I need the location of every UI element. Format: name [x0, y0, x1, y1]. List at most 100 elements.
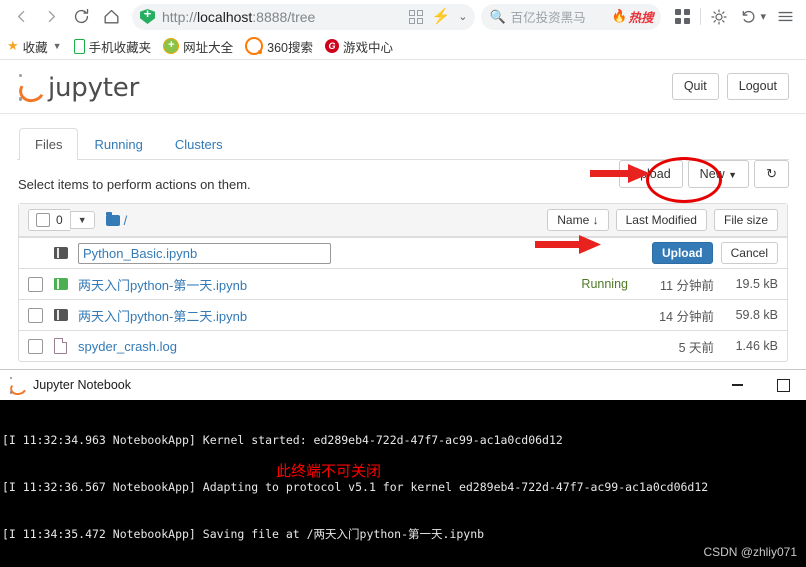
- toolbar-divider: [700, 8, 702, 25]
- select-all-dropdown[interactable]: ▼: [69, 211, 95, 229]
- upload-cancel-button[interactable]: Cancel: [720, 241, 778, 265]
- bookmarks-bar: ★ 收藏 ▼ 手机收藏夹 网址大全 360搜索 游戏中心: [0, 33, 806, 60]
- row-meta: 14 分钟前 59.8 kB: [628, 306, 778, 325]
- select-all-checkbox[interactable]: 0: [28, 209, 70, 231]
- search-icon: 🔍: [489, 8, 506, 24]
- theme-brightness-button[interactable]: [704, 2, 734, 32]
- row-meta: 5 天前 1.46 kB: [628, 337, 778, 356]
- new-dropdown-button[interactable]: New ▼: [687, 160, 750, 188]
- row-checkbox[interactable]: [28, 307, 43, 323]
- forward-button[interactable]: [36, 2, 66, 32]
- terminal-output[interactable]: [I 11:32:34.963 NotebookApp] Kernel star…: [0, 400, 806, 567]
- bookmark-item-mobile-favorites[interactable]: 手机收藏夹: [73, 37, 152, 56]
- chevron-down-icon: ▼: [728, 169, 738, 180]
- jupyter-page: jupyter Quit Logout Files Running Cluste…: [0, 60, 806, 362]
- row-checkbox-cell[interactable]: [28, 338, 54, 354]
- jupyter-header: jupyter Quit Logout: [0, 60, 806, 114]
- search-input-value[interactable]: 百亿投资黑马: [511, 7, 612, 26]
- grid-icon: [674, 9, 690, 24]
- sort-last-modified-button[interactable]: Last Modified: [615, 208, 707, 232]
- maximize-button[interactable]: [760, 370, 806, 400]
- bookmark-item-favorites[interactable]: ★ 收藏 ▼: [7, 37, 62, 56]
- table-row[interactable]: 两天入门python-第一天.ipynb Running 11 分钟前 19.5…: [19, 268, 787, 299]
- jupyter-logo-icon: [8, 376, 29, 397]
- bookmark-label: 网址大全: [183, 40, 234, 55]
- row-icon-cell: [54, 278, 78, 290]
- bookmark-label: 手机收藏夹: [88, 40, 152, 55]
- upload-filename-input[interactable]: [78, 242, 331, 264]
- file-name-link[interactable]: 两天入门python-第二天.ipynb: [78, 306, 247, 325]
- refresh-icon: ↻: [766, 166, 777, 181]
- jupyter-brand-text: jupyter: [48, 72, 140, 103]
- apps-grid-button[interactable]: [667, 2, 697, 32]
- row-icon-cell: [54, 338, 78, 354]
- terminal-title: Jupyter Notebook: [33, 378, 131, 392]
- jupyter-logo[interactable]: jupyter: [16, 72, 140, 105]
- browser-search-box[interactable]: 🔍 百亿投资黑马 🔥 热搜: [481, 3, 662, 30]
- red-game-icon: [324, 39, 339, 53]
- terminal-line: [I 11:34:35.472 NotebookApp] Saving file…: [2, 526, 485, 541]
- table-row[interactable]: 两天入门python-第二天.ipynb 14 分钟前 59.8 kB: [19, 299, 787, 330]
- terminal-title-bar[interactable]: Jupyter Notebook: [0, 369, 806, 400]
- tab-files[interactable]: Files: [19, 128, 79, 160]
- row-icon-cell: [54, 309, 78, 321]
- upload-row-icon-cell: [54, 247, 78, 259]
- menu-button[interactable]: [770, 2, 800, 32]
- green-plus-icon: [163, 38, 180, 54]
- lightning-icon[interactable]: ⚡: [432, 9, 451, 24]
- select-all-group: 0 ▼: [28, 209, 95, 231]
- bookmark-label: 收藏: [22, 40, 48, 55]
- jupyter-logo-icon: [16, 73, 48, 105]
- terminal-window: Jupyter Notebook [I 11:32:34.963 Noteboo…: [0, 369, 806, 567]
- file-name-link[interactable]: spyder_crash.log: [78, 339, 177, 354]
- last-modified: 14 分钟前: [659, 309, 714, 324]
- orange-circle-icon: [245, 37, 264, 55]
- row-checkbox[interactable]: [28, 276, 43, 292]
- row-meta: Running 11 分钟前 19.5 kB: [581, 275, 778, 294]
- breadcrumb[interactable]: /: [105, 211, 128, 228]
- hot-search-badge[interactable]: 🔥 热搜: [612, 7, 654, 26]
- bookmark-item-hao360[interactable]: 网址大全: [163, 37, 233, 56]
- bookmark-label: 360搜索: [267, 40, 313, 55]
- notebook-icon: [54, 247, 68, 259]
- bookmark-item-360search[interactable]: 360搜索: [245, 37, 313, 56]
- window-controls: [714, 370, 806, 400]
- chevron-down-icon[interactable]: ▼: [53, 41, 62, 51]
- quit-button[interactable]: Quit: [671, 73, 719, 100]
- file-name-link[interactable]: 两天入门python-第一天.ipynb: [78, 275, 247, 294]
- refresh-button[interactable]: ↻: [754, 160, 789, 188]
- checkbox-icon[interactable]: [36, 213, 50, 227]
- breadcrumb-path: /: [123, 212, 128, 228]
- row-checkbox-cell[interactable]: [28, 276, 54, 292]
- file-icon: [54, 338, 67, 354]
- watermark: CSDN @zhliy071: [703, 545, 797, 560]
- bookmark-item-gamecenter[interactable]: 游戏中心: [324, 37, 393, 56]
- folder-icon: [105, 211, 120, 226]
- tab-running[interactable]: Running: [78, 128, 158, 160]
- history-dropdown-caret[interactable]: ▾: [760, 10, 766, 23]
- upload-button[interactable]: Upload: [619, 160, 683, 188]
- logout-button[interactable]: Logout: [726, 73, 789, 100]
- tab-clusters[interactable]: Clusters: [159, 128, 239, 160]
- file-list-toolbar: 0 ▼ / Name ↓ Last Modified File size: [19, 204, 787, 237]
- row-checkbox-cell[interactable]: [28, 307, 54, 323]
- file-list-sorters: Name ↓ Last Modified File size: [547, 208, 778, 232]
- jupyter-tabs: Files Running Clusters: [17, 128, 789, 160]
- table-row[interactable]: spyder_crash.log 5 天前 1.46 kB: [19, 330, 787, 361]
- selected-count: 0: [56, 213, 63, 227]
- qr-code-icon[interactable]: [408, 9, 423, 24]
- sort-file-size-button[interactable]: File size: [713, 208, 778, 232]
- chevron-down-icon[interactable]: ⌄: [458, 10, 467, 23]
- upload-confirm-button[interactable]: Upload: [651, 241, 713, 265]
- address-bar[interactable]: http://localhost:8888/tree ⚡ ⌄: [132, 3, 476, 30]
- minimize-button[interactable]: [714, 370, 760, 400]
- last-modified: 11 分钟前: [660, 278, 714, 293]
- url-text: http://localhost:8888/tree: [162, 8, 316, 25]
- back-button[interactable]: [6, 2, 36, 32]
- star-icon: ★: [7, 38, 19, 53]
- sort-name-button[interactable]: Name ↓: [547, 208, 609, 232]
- reload-button[interactable]: [66, 2, 96, 32]
- home-button[interactable]: [96, 2, 126, 32]
- row-checkbox[interactable]: [28, 338, 43, 354]
- upload-row-actions: Upload Cancel: [651, 241, 778, 265]
